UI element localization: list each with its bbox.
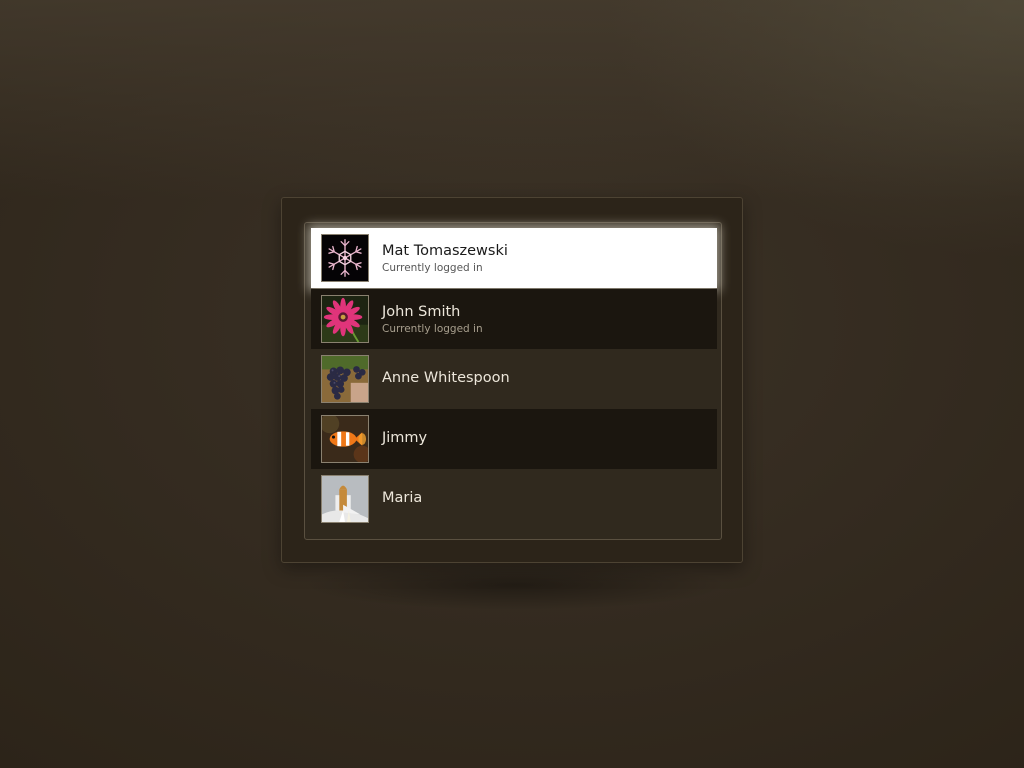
- user-name: Maria: [382, 490, 423, 506]
- clownfish-icon: [321, 415, 369, 463]
- dialog-shadow: [300, 560, 730, 610]
- user-name: John Smith: [382, 304, 461, 320]
- user-list: Mat Tomaszewski Currently logged in John…: [304, 222, 722, 540]
- user-status: Currently logged in: [382, 262, 483, 274]
- user-name: Mat Tomaszewski: [382, 243, 508, 259]
- background-glow: [0, 0, 1024, 200]
- user-name: Jimmy: [382, 430, 428, 446]
- user-row-jimmy[interactable]: Jimmy: [311, 409, 717, 469]
- login-dialog: Mat Tomaszewski Currently logged in John…: [281, 197, 743, 563]
- user-row-mat-tomaszewski[interactable]: Mat Tomaszewski Currently logged in: [311, 228, 717, 288]
- user-row-john-smith[interactable]: John Smith Currently logged in: [311, 289, 717, 349]
- snowflake-icon: [321, 234, 369, 282]
- user-name: Anne Whitespoon: [382, 370, 510, 386]
- user-row-maria[interactable]: Maria: [311, 469, 717, 529]
- space-shuttle-icon: [321, 475, 369, 523]
- user-status: Currently logged in: [382, 323, 483, 335]
- pink-flower-icon: [321, 295, 369, 343]
- grapes-icon: [321, 355, 369, 403]
- user-row-anne-whitespoon[interactable]: Anne Whitespoon: [311, 349, 717, 409]
